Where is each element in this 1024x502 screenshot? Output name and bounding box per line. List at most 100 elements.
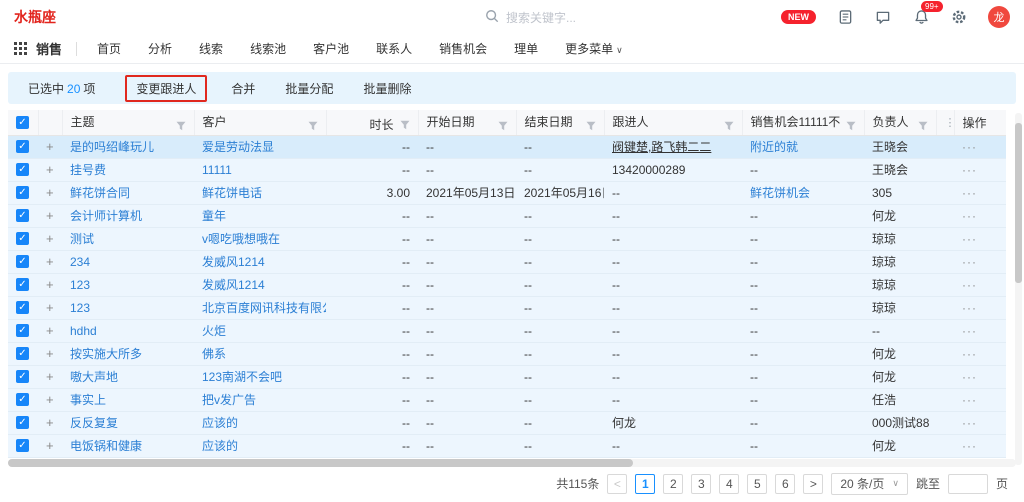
nav-item-3[interactable]: 线索池 — [250, 40, 286, 57]
expand-row-button[interactable]: + — [46, 346, 54, 361]
expand-row-button[interactable]: + — [46, 254, 54, 269]
column-settings-icon[interactable]: ⋮ — [945, 117, 955, 129]
horizontal-scrollbar[interactable] — [8, 459, 1016, 467]
customer-link[interactable]: 火炬 — [202, 324, 226, 338]
nav-item-2[interactable]: 线索 — [199, 40, 223, 57]
row-more-button[interactable]: ··· — [962, 347, 977, 361]
customer-link[interactable]: 11111 — [202, 163, 232, 177]
row-checkbox[interactable]: ✓ — [16, 324, 29, 337]
action-button-1[interactable]: 合并 — [231, 80, 255, 97]
subject-link[interactable]: 电饭锅和健康 — [70, 439, 142, 453]
select-all-checkbox[interactable]: ✓ — [16, 116, 29, 129]
row-checkbox[interactable]: ✓ — [16, 301, 29, 314]
subject-link[interactable]: hdhd — [70, 324, 97, 338]
row-checkbox[interactable]: ✓ — [16, 278, 29, 291]
expand-row-button[interactable]: + — [46, 369, 54, 384]
row-more-button[interactable]: ··· — [962, 416, 977, 430]
expand-row-button[interactable]: + — [46, 438, 54, 453]
customer-link[interactable]: 北京百度网讯科技有限公司 — [202, 301, 326, 315]
horizontal-scrollbar-thumb[interactable] — [8, 459, 633, 467]
row-checkbox[interactable]: ✓ — [16, 163, 29, 176]
row-more-button[interactable]: ··· — [962, 301, 977, 315]
page-button-4[interactable]: 4 — [719, 474, 739, 494]
module-title[interactable]: 销售 — [36, 39, 62, 58]
search-box[interactable]: 搜索关键字... — [485, 9, 715, 26]
filter-icon[interactable] — [308, 121, 318, 131]
filter-icon[interactable] — [846, 121, 856, 131]
filter-icon[interactable] — [724, 121, 734, 131]
subject-link[interactable]: 123 — [70, 278, 90, 292]
subject-link[interactable]: 鲜花饼合同 — [70, 186, 130, 200]
action-button-2[interactable]: 批量分配 — [285, 80, 333, 97]
jump-page-input[interactable] — [948, 474, 988, 494]
filter-icon[interactable] — [498, 121, 508, 131]
vertical-scrollbar-thumb[interactable] — [1015, 123, 1022, 283]
page-button-5[interactable]: 5 — [747, 474, 767, 494]
customer-link[interactable]: 发威风1214 — [202, 278, 265, 292]
gear-icon[interactable] — [950, 8, 968, 26]
row-checkbox[interactable]: ✓ — [16, 186, 29, 199]
filter-icon[interactable] — [586, 121, 596, 131]
row-checkbox[interactable]: ✓ — [16, 347, 29, 360]
nav-item-0[interactable]: 首页 — [97, 40, 121, 57]
filter-icon[interactable] — [400, 120, 410, 130]
avatar[interactable]: 龙 — [988, 6, 1010, 28]
row-checkbox[interactable]: ✓ — [16, 370, 29, 383]
expand-row-button[interactable]: + — [46, 300, 54, 315]
row-checkbox[interactable]: ✓ — [16, 140, 29, 153]
prev-page-button[interactable]: < — [607, 474, 627, 494]
opportunity-link[interactable]: 鲜花饼机会 — [750, 186, 810, 200]
customer-link[interactable]: 爱是劳动法显 — [202, 140, 274, 154]
expand-row-button[interactable]: + — [46, 231, 54, 246]
action-button-3[interactable]: 批量删除 — [363, 80, 411, 97]
expand-row-button[interactable]: + — [46, 185, 54, 200]
row-checkbox[interactable]: ✓ — [16, 209, 29, 222]
page-button-6[interactable]: 6 — [775, 474, 795, 494]
nav-item-4[interactable]: 客户池 — [313, 40, 349, 57]
customer-link[interactable]: 应该的 — [202, 416, 238, 430]
filter-icon[interactable] — [176, 121, 186, 131]
customer-link[interactable]: 应该的 — [202, 439, 238, 453]
expand-row-button[interactable]: + — [46, 162, 54, 177]
nav-item-7[interactable]: 理单 — [514, 40, 538, 57]
page-button-2[interactable]: 2 — [663, 474, 683, 494]
customer-link[interactable]: 鲜花饼电话 — [202, 186, 262, 200]
expand-row-button[interactable]: + — [46, 415, 54, 430]
row-more-button[interactable]: ··· — [962, 163, 977, 177]
app-grid-icon[interactable] — [14, 42, 27, 55]
expand-row-button[interactable]: + — [46, 139, 54, 154]
page-size-select[interactable]: 20 条/页 ∨ — [831, 473, 908, 495]
expand-row-button[interactable]: + — [46, 208, 54, 223]
next-page-button[interactable]: > — [803, 474, 823, 494]
expand-row-button[interactable]: + — [46, 323, 54, 338]
row-more-button[interactable]: ··· — [962, 209, 977, 223]
nav-item-1[interactable]: 分析 — [148, 40, 172, 57]
nav-item-5[interactable]: 联系人 — [376, 40, 412, 57]
subject-link[interactable]: 123 — [70, 301, 90, 315]
row-checkbox[interactable]: ✓ — [16, 393, 29, 406]
customer-link[interactable]: 把v发广告 — [202, 393, 256, 407]
nav-item-8[interactable]: 更多菜单∨ — [565, 40, 623, 57]
customer-link[interactable]: 佛系 — [202, 347, 226, 361]
row-more-button[interactable]: ··· — [962, 278, 977, 292]
customer-link[interactable]: 童年 — [202, 209, 226, 223]
subject-link[interactable]: 按实施大所多 — [70, 347, 142, 361]
row-checkbox[interactable]: ✓ — [16, 416, 29, 429]
page-button-1[interactable]: 1 — [635, 474, 655, 494]
row-checkbox[interactable]: ✓ — [16, 232, 29, 245]
row-more-button[interactable]: ··· — [962, 255, 977, 269]
chat-icon[interactable] — [874, 8, 892, 26]
opportunity-link[interactable]: 附近的就 — [750, 140, 798, 154]
customer-link[interactable]: 发威风1214 — [202, 255, 265, 269]
row-more-button[interactable]: ··· — [962, 393, 977, 407]
page-button-3[interactable]: 3 — [691, 474, 711, 494]
subject-link[interactable]: 挂号费 — [70, 163, 106, 177]
row-more-button[interactable]: ··· — [962, 370, 977, 384]
subject-link[interactable]: 嗷大声地 — [70, 370, 118, 384]
row-checkbox[interactable]: ✓ — [16, 439, 29, 452]
row-more-button[interactable]: ··· — [962, 232, 977, 246]
action-button-0[interactable]: 变更跟进人 — [125, 75, 207, 102]
row-more-button[interactable]: ··· — [962, 324, 977, 338]
nav-item-6[interactable]: 销售机会 — [439, 40, 487, 57]
row-more-button[interactable]: ··· — [962, 186, 977, 200]
